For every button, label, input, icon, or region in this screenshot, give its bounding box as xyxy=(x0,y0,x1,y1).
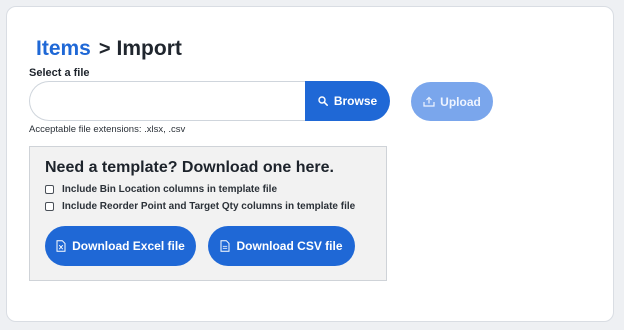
breadcrumb-separator: > xyxy=(98,37,111,60)
download-csv-label: Download CSV file xyxy=(236,239,343,253)
upload-icon xyxy=(423,96,435,107)
browse-button-label: Browse xyxy=(333,94,378,108)
excel-file-icon xyxy=(56,240,66,252)
download-excel-label: Download Excel file xyxy=(72,239,185,253)
file-extension-hint: Acceptable file extensions: .xlsx, .csv xyxy=(29,124,186,135)
template-download-panel: Need a template? Download one here. Incl… xyxy=(29,146,387,281)
bin-location-checkbox[interactable] xyxy=(45,185,54,194)
file-path-input[interactable] xyxy=(29,81,305,121)
select-file-label: Select a file xyxy=(29,67,90,79)
page-title: Import xyxy=(116,37,182,60)
template-heading: Need a template? Download one here. xyxy=(45,159,334,176)
bin-location-label: Include Bin Location columns in template… xyxy=(62,184,278,195)
reorder-point-label: Include Reorder Point and Target Qty col… xyxy=(62,201,356,212)
download-excel-button[interactable]: Download Excel file xyxy=(45,226,196,266)
browse-button[interactable]: Browse xyxy=(305,81,390,121)
download-csv-button[interactable]: Download CSV file xyxy=(208,226,355,266)
bin-location-option[interactable]: Include Bin Location columns in template… xyxy=(45,184,277,195)
upload-button-label: Upload xyxy=(440,94,481,109)
search-icon xyxy=(318,96,328,106)
breadcrumb-items-link[interactable]: Items xyxy=(36,37,91,61)
csv-file-icon xyxy=(220,240,230,252)
upload-button[interactable]: Upload xyxy=(411,82,493,121)
reorder-point-checkbox[interactable] xyxy=(45,202,54,211)
reorder-point-option[interactable]: Include Reorder Point and Target Qty col… xyxy=(45,201,355,212)
breadcrumb: Items > Import xyxy=(36,36,182,62)
